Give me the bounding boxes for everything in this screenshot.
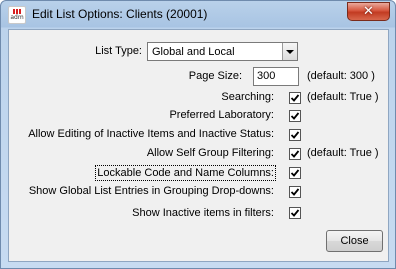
page-size-default: (default: 300 ) xyxy=(307,70,375,82)
self-group-default: (default: True ) xyxy=(307,147,379,159)
list-type-label: List Type: xyxy=(95,45,142,57)
list-type-value: Global and Local xyxy=(152,45,235,58)
window-title: Edit List Options: Clients (20001) xyxy=(32,7,208,21)
self-group-checkbox[interactable] xyxy=(289,148,301,160)
searching-checkbox[interactable] xyxy=(289,92,301,104)
self-group-label: Allow Self Group Filtering: xyxy=(146,147,274,159)
searching-label: Searching: xyxy=(221,91,274,103)
close-icon: ✕ xyxy=(363,4,374,19)
checkmark-icon xyxy=(290,131,300,139)
global-entries-label: Show Global List Entries in Grouping Dro… xyxy=(28,185,274,197)
chevron-down-icon[interactable] xyxy=(282,43,297,60)
list-type-select[interactable]: Global and Local xyxy=(147,42,298,61)
dialog-body: List Type: Global and Local Page Size: 3… xyxy=(8,29,389,262)
show-inactive-checkbox[interactable] xyxy=(289,207,301,219)
close-button[interactable]: Close xyxy=(326,230,383,252)
checkmark-icon xyxy=(290,150,300,158)
lockable-label: Lockable Code and Name Columns: xyxy=(95,165,276,181)
preferred-lab-label: Preferred Laboratory: xyxy=(169,109,274,121)
page-size-input[interactable]: 300 xyxy=(253,67,299,86)
show-inactive-label: Show Inactive items in filters: xyxy=(132,207,274,219)
lockable-checkbox[interactable] xyxy=(289,167,301,179)
preferred-lab-checkbox[interactable] xyxy=(289,110,301,122)
dialog-window: adm Edit List Options: Clients (20001) ✕… xyxy=(0,0,396,269)
title-bar[interactable]: adm Edit List Options: Clients (20001) ✕ xyxy=(1,1,395,28)
allow-inactive-checkbox[interactable] xyxy=(289,129,301,141)
close-window-button[interactable]: ✕ xyxy=(347,2,390,21)
page-size-label: Page Size: xyxy=(188,70,242,82)
searching-default: (default: True ) xyxy=(307,91,379,103)
checkmark-icon xyxy=(290,209,300,217)
checkmark-icon xyxy=(290,169,300,177)
app-icon: adm xyxy=(8,6,26,24)
checkmark-icon xyxy=(290,188,300,196)
checkmark-icon xyxy=(290,112,300,120)
global-entries-checkbox[interactable] xyxy=(289,186,301,198)
checkmark-icon xyxy=(290,94,300,102)
allow-inactive-label: Allow Editing of Inactive Items and Inac… xyxy=(28,128,274,140)
